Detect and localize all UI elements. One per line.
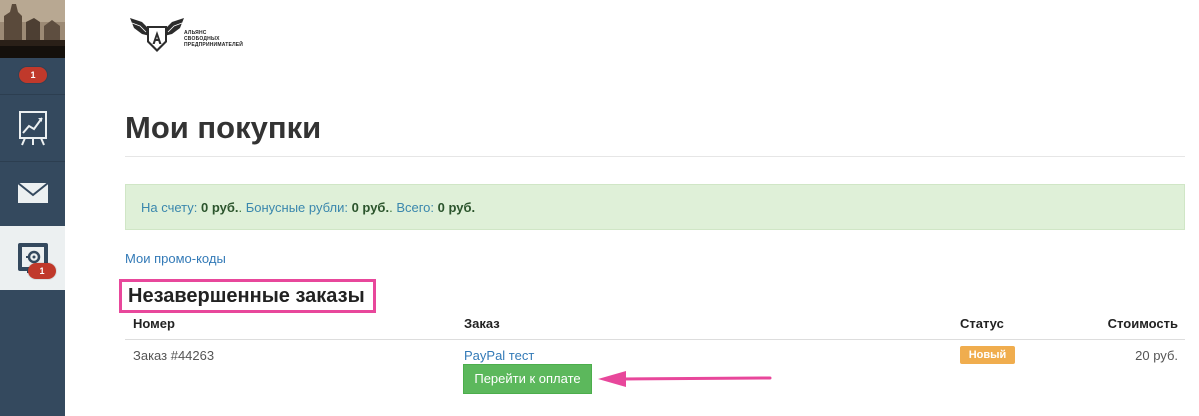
- total-label: Всего:: [396, 200, 435, 215]
- sidebar: 1 1: [0, 0, 65, 416]
- column-header-status: Статус: [960, 316, 1004, 331]
- avatar-photo: [0, 0, 65, 58]
- balance-alert: На счету: 0 руб.. Бонусные рубли: 0 руб.…: [125, 184, 1185, 230]
- sidebar-item-messages[interactable]: [0, 162, 65, 224]
- notification-badge: 1: [19, 67, 47, 83]
- logo-text: Альянс свободных предпринимателей: [184, 30, 244, 48]
- order-cost: 20 руб.: [1135, 348, 1178, 363]
- account-value: 0 руб.: [201, 200, 239, 215]
- bonus-label: Бонусные рубли:: [245, 200, 348, 215]
- sidebar-item-stats[interactable]: [0, 95, 65, 161]
- total-value: 0 руб.: [437, 200, 476, 215]
- annotation-arrow-icon: [598, 371, 772, 387]
- chart-board-icon: [18, 111, 47, 146]
- column-header-order: Заказ: [464, 316, 500, 331]
- envelope-icon: [16, 182, 49, 203]
- promo-codes-link[interactable]: Мои промо-коды: [125, 251, 226, 266]
- sidebar-item-settings[interactable]: [0, 226, 65, 290]
- order-name-link[interactable]: PayPal тест: [464, 348, 534, 363]
- status-badge: Новый: [960, 346, 1015, 364]
- unfinished-orders-title: Незавершенные заказы: [119, 279, 376, 313]
- account-label: На счету:: [141, 200, 198, 215]
- pay-button[interactable]: Перейти к оплате: [463, 364, 592, 394]
- winged-shield-a-icon: [130, 18, 184, 52]
- column-header-number: Номер: [133, 316, 175, 331]
- title-divider: [125, 156, 1185, 157]
- bonus-value: 0 руб.: [351, 200, 390, 215]
- avatar[interactable]: [0, 0, 65, 58]
- settings-badge: 1: [28, 263, 56, 279]
- page-title: Мои покупки: [125, 110, 322, 145]
- order-number: Заказ #44263: [133, 348, 215, 363]
- table-header-divider: [125, 339, 1185, 340]
- column-header-cost: Стоимость: [1107, 316, 1178, 331]
- separator-dot: .: [389, 200, 393, 215]
- separator-dot: .: [238, 200, 243, 215]
